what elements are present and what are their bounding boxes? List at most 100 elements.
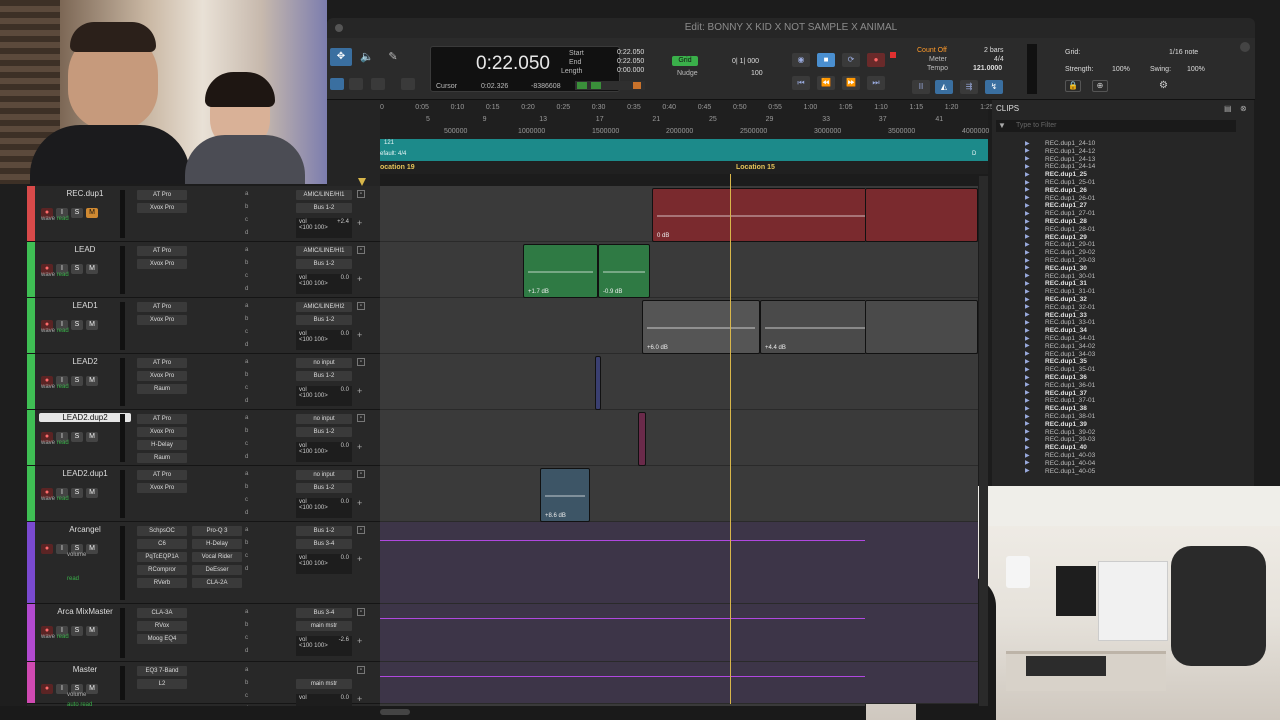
- clip-list-item[interactable]: REC.dup1_24-10: [1045, 140, 1095, 147]
- input-selector[interactable]: AMIC/LINE/HI2: [296, 302, 352, 312]
- output-selector[interactable]: Bus 1-2: [296, 427, 352, 437]
- clip-list-item[interactable]: REC.dup1_40-03: [1045, 452, 1095, 459]
- clip-list-item[interactable]: REC.dup1_33-01: [1045, 319, 1095, 326]
- add-send-icon[interactable]: ▫: [357, 608, 365, 616]
- expand-icon[interactable]: ▶: [1025, 452, 1030, 459]
- track-name[interactable]: Arca MixMaster: [39, 607, 131, 616]
- track-color-strip[interactable]: [27, 662, 35, 703]
- metronome-icon[interactable]: ◭: [935, 80, 953, 94]
- track-name[interactable]: REC.dup1: [39, 189, 131, 198]
- filter-icon[interactable]: ▼: [998, 121, 1006, 130]
- track-color-strip[interactable]: [27, 242, 35, 297]
- clip-list-item[interactable]: REC.dup1_26: [1045, 187, 1087, 194]
- clip-list-item[interactable]: REC.dup1_29: [1045, 234, 1087, 241]
- volume-pan-display[interactable]: vol 0.0 <100 100>: [296, 386, 352, 406]
- volume-value[interactable]: 0.0: [341, 443, 349, 449]
- insert-slot[interactable]: Xvox Pro: [137, 427, 187, 437]
- track-name[interactable]: Master: [39, 665, 131, 674]
- audio-clip[interactable]: -0.9 dB: [598, 244, 650, 298]
- clip-list-item[interactable]: REC.dup1_29-01: [1045, 241, 1095, 248]
- zoom-toggle-button[interactable]: [330, 78, 344, 90]
- clip-list-item[interactable]: REC.dup1_40-04: [1045, 460, 1095, 467]
- wave-label[interactable]: wave: [41, 272, 55, 278]
- insert-slot[interactable]: SchpsOC: [137, 526, 187, 536]
- insert-slot[interactable]: L2: [137, 679, 187, 689]
- length-value[interactable]: 0:00.000: [617, 67, 644, 74]
- insert-slot[interactable]: Moog EQ4: [137, 634, 187, 644]
- read-label[interactable]: read: [57, 272, 69, 278]
- expand-icon[interactable]: ▶: [1025, 413, 1030, 420]
- send-slot[interactable]: b: [245, 204, 248, 210]
- clip-list-item[interactable]: REC.dup1_34-01: [1045, 335, 1095, 342]
- pan-value[interactable]: <100 100>: [299, 643, 328, 649]
- clip-list-item[interactable]: REC.dup1_40: [1045, 444, 1087, 451]
- edit-window[interactable]: 0 dB +1.7 dB -0.9 dB +6.0 dB +4.4 dB +8.6 dB: [380, 186, 978, 706]
- input-selector[interactable]: AMIC/LINE/HI1: [296, 246, 352, 256]
- clip-list-item[interactable]: REC.dup1_35-01: [1045, 366, 1095, 373]
- send-slot[interactable]: d: [245, 398, 248, 404]
- mute-button[interactable]: M: [86, 264, 98, 274]
- rewind-icon[interactable]: ⏪: [817, 76, 835, 90]
- wave-label[interactable]: wave: [41, 328, 55, 334]
- clip-list-item[interactable]: REC.dup1_28-01: [1045, 226, 1095, 233]
- track-master[interactable]: Master ● I S Mvolume auto read EQ3 7-Band L2 a b c…: [27, 662, 380, 714]
- track-view-selector[interactable]: volume: [67, 692, 86, 698]
- expand-icon[interactable]: ▶: [1025, 249, 1030, 256]
- send-slot[interactable]: b: [245, 316, 248, 322]
- insert-slot[interactable]: Xvox Pro: [137, 371, 187, 381]
- solo-button[interactable]: S: [71, 264, 83, 274]
- send-slot[interactable]: a: [245, 247, 248, 253]
- expand-icon[interactable]: ▶: [1025, 296, 1030, 303]
- insert-slot[interactable]: AT Pro: [137, 246, 187, 256]
- clip-gain[interactable]: +6.0 dB: [647, 345, 668, 351]
- edit-mode-button[interactable]: [349, 78, 363, 90]
- expand-icon[interactable]: ▶: [1025, 303, 1030, 310]
- location-marker-left[interactable]: ocation 19: [380, 164, 415, 171]
- mute-button[interactable]: M: [86, 432, 98, 442]
- expand-icon[interactable]: ▶: [1025, 436, 1030, 443]
- expand-icon[interactable]: ▶: [1025, 225, 1030, 232]
- conductor-icon[interactable]: ⇶: [960, 80, 978, 94]
- volume-value[interactable]: 0.0: [341, 275, 349, 281]
- expand-icon[interactable]: ▶: [1025, 358, 1030, 365]
- count-off-label[interactable]: Count Off: [917, 47, 947, 54]
- input-selector[interactable]: Bus 1-2: [296, 526, 352, 536]
- expand-icon[interactable]: ▶: [1025, 405, 1030, 412]
- track-lane[interactable]: [865, 410, 978, 466]
- expand-icon[interactable]: ▶: [1025, 366, 1030, 373]
- insert-slot[interactable]: Xvox Pro: [137, 483, 187, 493]
- send-slot[interactable]: c: [245, 217, 248, 223]
- fast-forward-icon[interactable]: ⏩: [842, 76, 860, 90]
- volume-pan-display[interactable]: vol +2.4 <100 100>: [296, 218, 352, 238]
- output-selector[interactable]: Bus 1-2: [296, 315, 352, 325]
- clip-list-item[interactable]: REC.dup1_30: [1045, 265, 1087, 272]
- pan-value[interactable]: <100 100>: [299, 225, 328, 231]
- clip-list-item[interactable]: REC.dup1_29-02: [1045, 249, 1095, 256]
- read-label[interactable]: read: [57, 634, 69, 640]
- read-label[interactable]: read: [57, 496, 69, 502]
- insert-slot[interactable]: AT Pro: [137, 302, 187, 312]
- volume-value[interactable]: 0.0: [341, 499, 349, 505]
- add-send-icon[interactable]: ▫: [357, 414, 365, 422]
- track-color-strip[interactable]: [27, 522, 35, 603]
- read-label[interactable]: read: [57, 216, 69, 222]
- pan-value[interactable]: <100 100>: [299, 505, 328, 511]
- send-slot[interactable]: a: [245, 415, 248, 421]
- plus-icon[interactable]: +: [357, 274, 362, 284]
- clip-list-item[interactable]: REC.dup1_26-01: [1045, 195, 1095, 202]
- pan-value[interactable]: <100 100>: [299, 561, 328, 567]
- expand-icon[interactable]: ▶: [1025, 397, 1030, 404]
- track-rec-dup1[interactable]: REC.dup1 ● I S Mwave read AT Pro Xvox Pro a b c d A…: [27, 186, 380, 242]
- expand-icon[interactable]: ▶: [1025, 311, 1030, 318]
- mute-button[interactable]: M: [86, 376, 98, 386]
- send-slot[interactable]: b: [245, 372, 248, 378]
- audio-clip[interactable]: [595, 356, 601, 410]
- online-icon[interactable]: ◉: [792, 53, 810, 67]
- clip-list-item[interactable]: REC.dup1_27-01: [1045, 210, 1095, 217]
- add-send-icon[interactable]: ▫: [357, 246, 365, 254]
- scroll-thumb[interactable]: [380, 709, 410, 715]
- mute-button[interactable]: M: [86, 208, 98, 218]
- grid-panel-value[interactable]: 1/16 note: [1169, 49, 1198, 56]
- smart-tool-icon[interactable]: ✥: [330, 48, 352, 66]
- wave-label[interactable]: wave: [41, 634, 55, 640]
